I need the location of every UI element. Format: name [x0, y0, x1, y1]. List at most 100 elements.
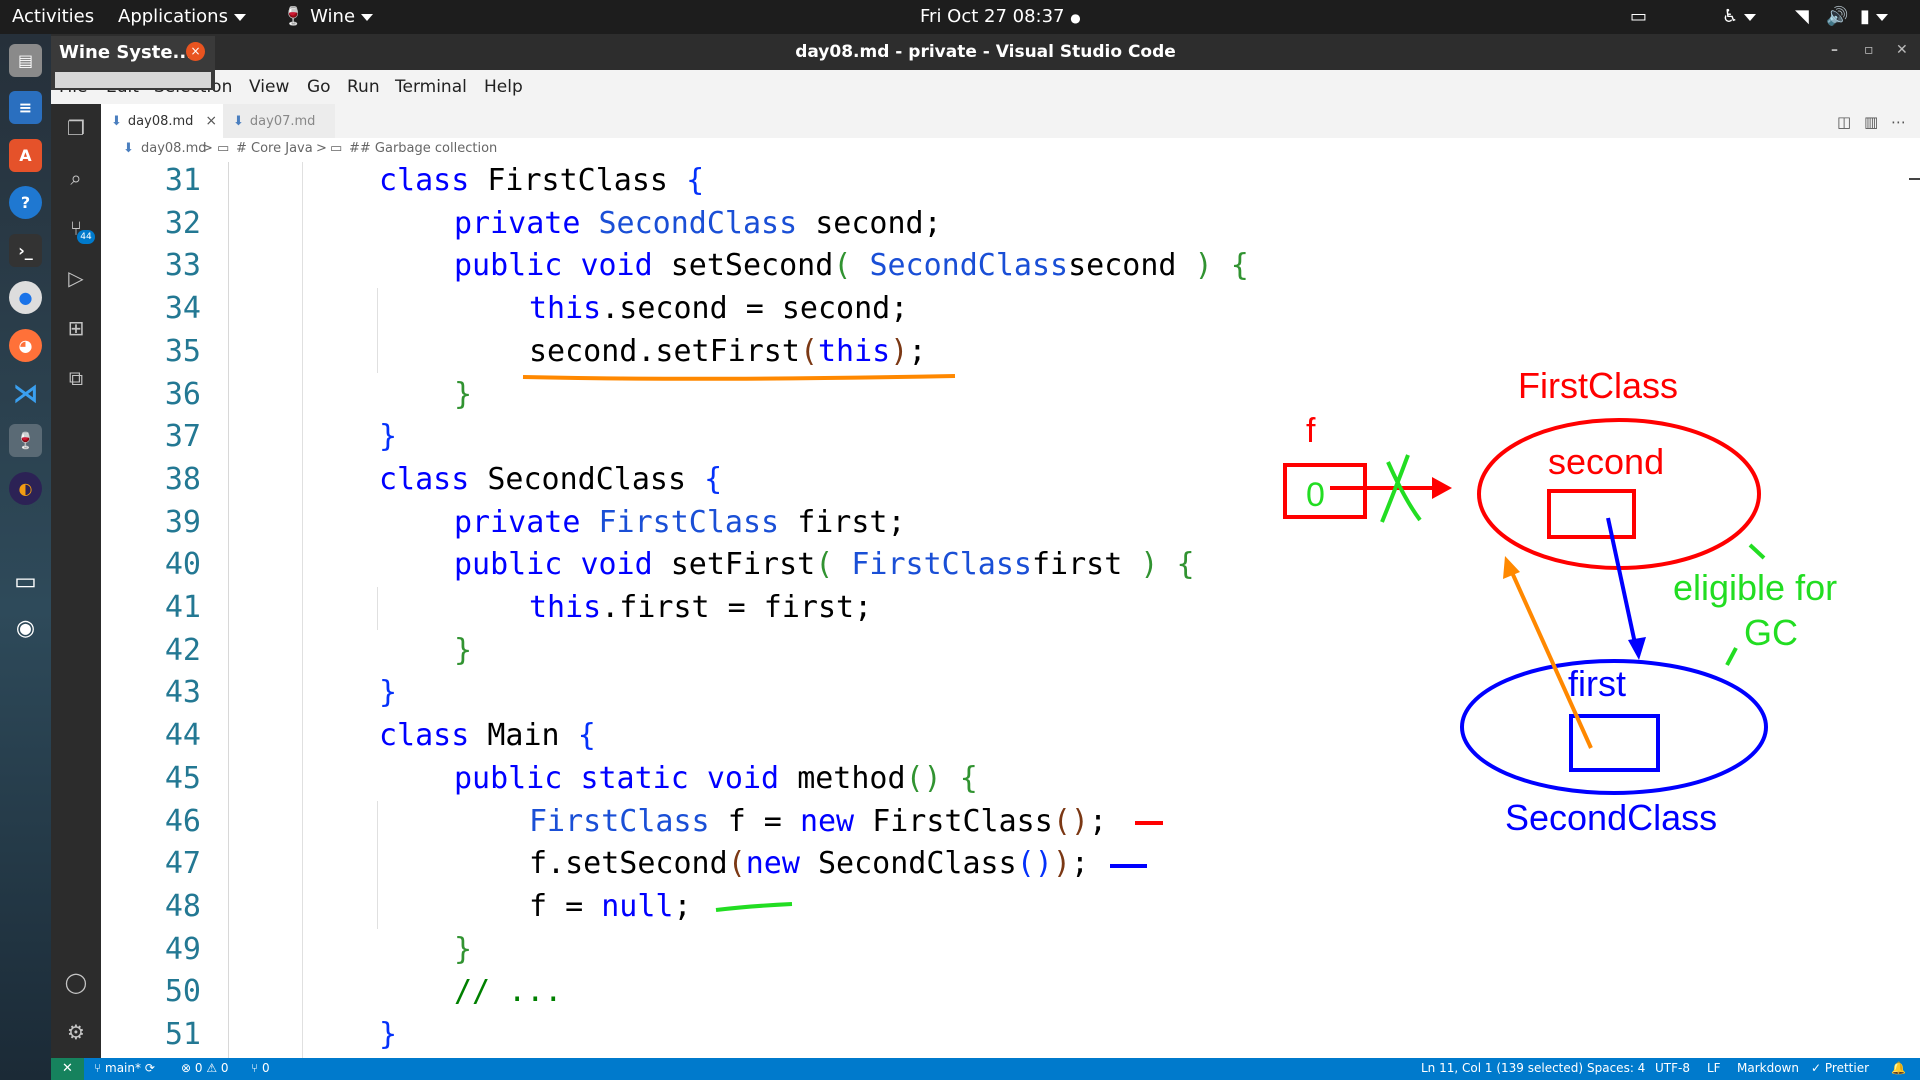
- applications-label: Applications: [118, 6, 228, 27]
- tab-day07[interactable]: ⬇ day07.md: [223, 104, 335, 138]
- code-token: public: [454, 760, 563, 796]
- remote-indicator-icon[interactable]: ✕: [51, 1058, 84, 1080]
- minimize-button[interactable]: –: [1831, 42, 1838, 58]
- split-editor-icon[interactable]: ▥: [1864, 113, 1878, 131]
- vscode-icon[interactable]: ⋊: [9, 377, 42, 410]
- prettier-status[interactable]: ✓ Prettier: [1811, 1061, 1869, 1075]
- close-icon[interactable]: ×: [186, 42, 205, 61]
- code-editor[interactable]: 31 class FirstClass {32 private SecondClas…: [101, 162, 1920, 1058]
- tab-day08[interactable]: ⬇ day08.md ×: [101, 104, 223, 138]
- menu-help[interactable]: Help: [484, 77, 523, 97]
- code-token: SecondClass: [487, 461, 687, 497]
- close-window-button[interactable]: ✕: [1896, 42, 1908, 58]
- chevron-right-icon: >: [316, 141, 327, 156]
- code-token: SecondClass: [818, 846, 1017, 882]
- wifi-icon[interactable]: ◥: [1795, 6, 1809, 27]
- activity-bar: ❐ ⌕ ⑂ 44 ▷ ⊞ ⧉ ◯ ⚙: [51, 104, 101, 1058]
- gear-icon[interactable]: ⚙: [64, 1020, 88, 1044]
- code-line: f.setSecond(new SecondClass());: [529, 843, 1089, 885]
- close-icon[interactable]: ×: [205, 113, 217, 129]
- code-token: }: [379, 1017, 398, 1052]
- code-token: public: [454, 248, 563, 284]
- breadcrumb-h2[interactable]: ## Garbage collection: [349, 141, 497, 156]
- menu-go[interactable]: Go: [307, 77, 331, 97]
- code-line: this.second = second;: [529, 288, 908, 330]
- code-token: second;: [815, 205, 942, 241]
- clock[interactable]: Fri Oct 27 08:37 ●: [920, 6, 1081, 27]
- activities-button[interactable]: Activities: [12, 6, 94, 27]
- screen-icon[interactable]: ▭: [1630, 6, 1647, 27]
- account-icon[interactable]: ◯: [64, 970, 88, 994]
- clock-label: Fri Oct 27 08:37: [920, 6, 1065, 27]
- remote-explorer-icon[interactable]: ⧉: [64, 366, 88, 390]
- display-icon[interactable]: ▭: [9, 564, 42, 597]
- ports-indicator[interactable]: ⑂ 0: [251, 1061, 270, 1075]
- battery-icon[interactable]: ▮: [1860, 6, 1888, 27]
- line-number: 33: [164, 248, 201, 284]
- indent-guide: [377, 843, 378, 886]
- volume-icon[interactable]: 🔊: [1826, 6, 1848, 27]
- line-number: 44: [164, 718, 201, 754]
- language-mode[interactable]: Markdown: [1737, 1061, 1799, 1075]
- code-token: setSecond: [670, 248, 834, 284]
- applications-menu[interactable]: Applications: [118, 6, 246, 27]
- chevron-down-icon: [361, 13, 374, 21]
- notifications-bell-icon[interactable]: 🔔: [1891, 1061, 1906, 1075]
- software-icon[interactable]: A: [9, 139, 42, 172]
- code-line: }: [379, 1014, 397, 1056]
- open-preview-icon[interactable]: ◫: [1837, 113, 1851, 131]
- writer-icon[interactable]: ≡: [9, 91, 42, 124]
- explorer-icon[interactable]: ❐: [64, 116, 88, 140]
- line-number: 35: [164, 333, 201, 369]
- code-token: (: [833, 248, 852, 284]
- code-token: ): [1052, 846, 1071, 882]
- accessibility-icon[interactable]: ♿: [1722, 6, 1757, 27]
- line-number: 43: [164, 675, 201, 711]
- scrollbar-marker[interactable]: [1909, 178, 1920, 180]
- maximize-button[interactable]: ▫: [1864, 42, 1874, 58]
- help-icon[interactable]: ?: [9, 186, 42, 219]
- camera-icon[interactable]: ◉: [9, 612, 42, 645]
- cursor-position[interactable]: Ln 11, Col 1 (139 selected): [1421, 1061, 1583, 1075]
- terminal-icon[interactable]: ›_: [9, 234, 42, 267]
- code-line: class Main {: [379, 715, 596, 757]
- code-line: class SecondClass {: [379, 459, 722, 501]
- window-title: day08.md - private - Visual Studio Code: [795, 42, 1176, 62]
- wine-icon[interactable]: 🍷: [9, 424, 42, 457]
- status-bar: ✕ ⑂ main* ⟳ ⊗ 0 ⚠ 0 ⑂ 0 Ln 11, Col 1 (13…: [51, 1058, 1920, 1080]
- code-line: }: [454, 929, 472, 971]
- line-number: 38: [164, 461, 201, 497]
- code-token: }: [454, 376, 473, 412]
- wine-menu[interactable]: 🍷 Wine: [282, 6, 374, 27]
- menu-terminal[interactable]: Terminal: [395, 77, 467, 97]
- code-token: FirstClass: [851, 547, 1032, 583]
- menu-run[interactable]: Run: [347, 77, 380, 97]
- chrome-icon[interactable]: ●: [9, 281, 42, 314]
- encoding[interactable]: UTF-8: [1655, 1061, 1690, 1075]
- problems-indicator[interactable]: ⊗ 0 ⚠ 0: [181, 1061, 229, 1075]
- more-actions-icon[interactable]: ⋯: [1891, 113, 1906, 131]
- indentation[interactable]: Spaces: 4: [1587, 1061, 1645, 1075]
- line-ending[interactable]: LF: [1707, 1061, 1721, 1075]
- extensions-icon[interactable]: ⊞: [64, 316, 88, 340]
- line-number: 47: [164, 846, 201, 882]
- code-token: FirstClass: [529, 803, 710, 839]
- breadcrumb-h1[interactable]: # Core Java: [236, 141, 313, 156]
- breadcrumb-file[interactable]: day08.md: [141, 141, 207, 156]
- menu-bar: File Edit Selection View Go Run Terminal…: [51, 70, 1920, 104]
- eclipse-icon[interactable]: ◐: [9, 472, 42, 505]
- line-number: 32: [164, 205, 201, 241]
- wine-label: Wine: [310, 6, 356, 27]
- code-token: (: [815, 547, 834, 583]
- menu-view[interactable]: View: [249, 77, 289, 97]
- code-token: private: [454, 504, 581, 540]
- search-icon[interactable]: ⌕: [64, 166, 88, 190]
- files-icon[interactable]: ▤: [9, 44, 42, 77]
- run-debug-icon[interactable]: ▷: [64, 266, 88, 290]
- code-token: this: [529, 291, 602, 327]
- firefox-icon[interactable]: ◕: [9, 329, 42, 362]
- wine-notification[interactable]: Wine Syste... ×: [51, 36, 215, 90]
- code-line: f = null;: [529, 886, 692, 928]
- branch-indicator[interactable]: ⑂ main* ⟳: [94, 1061, 155, 1075]
- code-token: // ...: [454, 974, 563, 1010]
